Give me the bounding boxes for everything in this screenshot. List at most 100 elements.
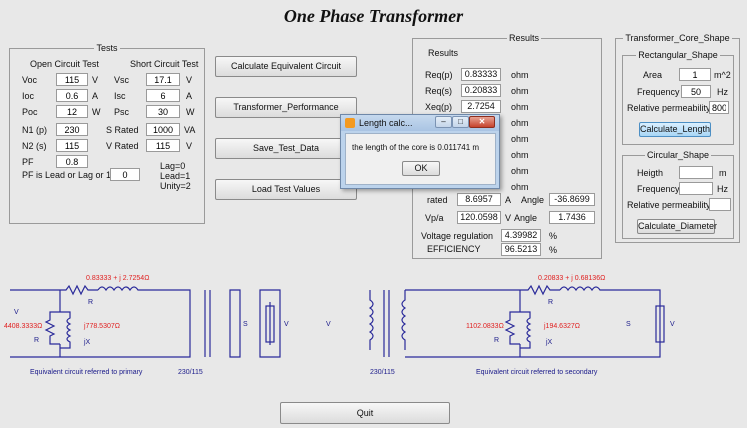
- irated-value: 8.6957: [457, 193, 501, 206]
- voltage-regulation-unit: %: [549, 231, 558, 241]
- calculate-diameter-button[interactable]: Calculate_Diameter: [637, 219, 717, 234]
- close-icon[interactable]: ✕: [469, 116, 495, 128]
- permeability-field[interactable]: [709, 101, 729, 114]
- n2-field[interactable]: [56, 139, 88, 152]
- core-shape-group-title: Transformer_Core_Shape: [623, 33, 732, 43]
- height-field[interactable]: [679, 166, 713, 179]
- vsc-field[interactable]: [146, 73, 180, 86]
- height-label: Heigth: [637, 168, 664, 178]
- reqp-value: 0.83333: [461, 68, 501, 81]
- area-label: Area: [643, 70, 663, 80]
- irated-label: rated: [427, 195, 448, 205]
- xeqp-label: Xeq(p): [425, 102, 453, 112]
- height-unit: m: [719, 168, 727, 178]
- ioc-unit: A: [92, 91, 99, 101]
- vpa-value: 120.0598: [457, 211, 501, 224]
- srated-field[interactable]: [146, 123, 180, 136]
- save-test-data-button[interactable]: Save_Test_Data: [215, 138, 357, 159]
- vrated-unit: V: [186, 141, 193, 151]
- frequency-field[interactable]: [681, 85, 711, 98]
- frequency-label: Frequency: [637, 87, 680, 97]
- n1-field[interactable]: [56, 123, 88, 136]
- poc-label: Poc: [22, 107, 38, 117]
- vrated-field[interactable]: [146, 139, 180, 152]
- efficiency-value: 96.5213: [501, 243, 541, 256]
- rectangular-shape-title: Rectangular_Shape: [636, 50, 720, 60]
- circular-frequency-label: Frequency: [637, 184, 680, 194]
- pf-type-field[interactable]: [110, 168, 140, 181]
- tests-group-title: Tests: [94, 43, 120, 53]
- circular-frequency-field[interactable]: [679, 182, 713, 195]
- poc-unit: W: [92, 107, 101, 117]
- circular-shape-title: Circular_Shape: [644, 150, 712, 160]
- quit-button[interactable]: Quit: [280, 402, 450, 424]
- voltage-regulation-label: Voltage regulation: [421, 231, 494, 241]
- hint-lead: Lead=1: [160, 171, 191, 181]
- hidden-row-unit-4: ohm: [511, 166, 529, 176]
- core-shape-group: Transformer_Core_Shape Rectangular_Shape…: [615, 33, 740, 243]
- vrated-label: V Rated: [106, 141, 139, 151]
- calculate-length-button[interactable]: Calculate_Length: [639, 122, 711, 137]
- reqp-label: Req(p): [425, 70, 453, 80]
- open-circuit-heading: Open Circuit Test: [30, 59, 99, 69]
- reqs-label: Req(s): [425, 86, 453, 96]
- primary-xm-value: j778.5307Ω: [83, 323, 120, 330]
- circular-permeability-field[interactable]: [709, 198, 731, 211]
- hidden-row-unit-1: ohm: [511, 118, 529, 128]
- equivalent-circuits-diagram: 0.83333 + j 2.7254Ω R V 4408.3333Ω j778.…: [4, 275, 675, 376]
- voc-field[interactable]: [56, 73, 88, 86]
- secondary-rc-value: 1102.0833Ω: [466, 323, 504, 330]
- srated-label: S Rated: [106, 125, 139, 135]
- angle1-label: Angle: [521, 195, 545, 205]
- secondary-r02-x02-label: R: [548, 299, 553, 306]
- hidden-row-unit-3: ohm: [511, 150, 529, 160]
- primary-v2-label: V: [284, 321, 289, 328]
- transformer-performance-button[interactable]: Transformer_Performance: [215, 97, 357, 118]
- poc-field[interactable]: [56, 105, 88, 118]
- rectangular-shape-group: Rectangular_Shape Area m^2 Frequency Hz …: [622, 50, 734, 145]
- xeqp-unit: ohm: [511, 102, 529, 112]
- dialog-message: the length of the core is 0.011741 m: [352, 143, 480, 152]
- xeqp-value: 2.7254: [461, 100, 501, 113]
- dialog-title-bar[interactable]: Length calc... – □ ✕: [341, 115, 499, 131]
- secondary-series-impedance: 0.20833 + j 0.68136Ω: [538, 275, 605, 282]
- n2-label: N2 (s): [22, 141, 47, 151]
- frequency-unit: Hz: [717, 87, 728, 97]
- srated-unit: VA: [184, 125, 196, 135]
- hint-lag: Lag=0: [160, 161, 186, 171]
- permeability-label: Relative permeability: [627, 103, 711, 113]
- area-field[interactable]: [679, 68, 711, 81]
- calculate-equivalent-circuit-button[interactable]: Calculate Equivalent Circuit: [215, 56, 357, 77]
- angle2-label: Angle: [514, 213, 538, 223]
- primary-ratio: 230/115: [178, 369, 203, 376]
- efficiency-unit: %: [549, 245, 558, 255]
- vsc-label: Vsc: [114, 75, 130, 85]
- primary-rc-value: 4408.3333Ω: [4, 323, 42, 330]
- isc-unit: A: [186, 91, 193, 101]
- pf-label: PF: [22, 157, 34, 167]
- efficiency-label: EFFICIENCY: [427, 244, 481, 254]
- circular-permeability-label: Relative permeability: [627, 200, 711, 210]
- reqs-unit: ohm: [511, 86, 529, 96]
- primary-r01-x01-label: R: [88, 299, 93, 306]
- secondary-xm-value: j194.6327Ω: [543, 323, 580, 330]
- isc-field[interactable]: [146, 89, 180, 102]
- ok-button[interactable]: OK: [402, 161, 440, 176]
- irated-unit: A: [505, 195, 512, 205]
- primary-caption: Equivalent circuit referred to primary: [30, 369, 143, 376]
- length-calc-dialog: Length calc... – □ ✕ the length of the c…: [340, 114, 500, 189]
- pf-field[interactable]: [56, 155, 88, 168]
- circular-frequency-unit: Hz: [717, 184, 728, 194]
- matlab-icon: [345, 118, 355, 128]
- vpa-label: Vp/a: [425, 213, 444, 223]
- secondary-r02-label: R: [494, 337, 499, 344]
- angle2-value: 1.7436: [549, 211, 595, 224]
- psc-field[interactable]: [146, 105, 180, 118]
- primary-sload-label: S: [243, 321, 248, 328]
- ioc-field[interactable]: [56, 89, 88, 102]
- minimize-icon[interactable]: –: [435, 116, 452, 128]
- secondary-jx02-label: jX: [545, 339, 553, 346]
- reqs-value: 0.20833: [461, 84, 501, 97]
- maximize-icon[interactable]: □: [452, 116, 469, 128]
- load-test-values-button[interactable]: Load Test Values: [215, 179, 357, 200]
